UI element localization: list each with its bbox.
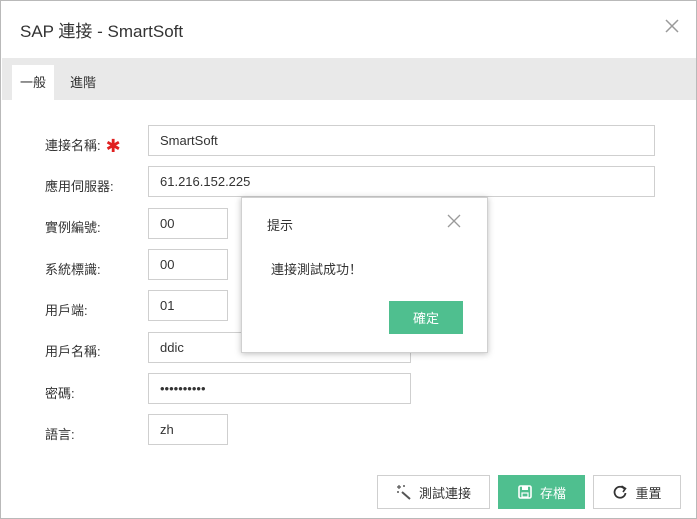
test-connection-label: 測試連接	[418, 485, 471, 501]
message-box-title: 提示	[267, 218, 294, 233]
username-label: 用戶名稱:	[45, 344, 101, 359]
required-asterisk-icon: ✱	[105, 136, 121, 156]
close-icon[interactable]	[663, 17, 681, 35]
client-label: 用戶端:	[45, 303, 88, 318]
connection-name-label-text: 連接名稱:	[45, 138, 101, 153]
dialog-title: SAP 連接 - SmartSoft	[20, 22, 184, 41]
language-label: 語言:	[45, 427, 75, 442]
password-input[interactable]	[148, 373, 411, 404]
reset-button[interactable]: 重置	[593, 475, 681, 509]
language-input[interactable]	[148, 414, 228, 445]
save-button[interactable]: 存檔	[498, 475, 585, 509]
message-box: 提示 連接測試成功！ 確定	[241, 197, 488, 353]
floppy-disk-icon	[517, 484, 533, 500]
app-server-label: 應用伺服器:	[45, 179, 114, 194]
magic-wand-icon	[396, 484, 412, 500]
reset-label: 重置	[635, 485, 662, 501]
tab-bar: 一般 進階	[2, 58, 696, 100]
instance-number-input[interactable]	[148, 208, 228, 239]
client-input[interactable]	[148, 290, 228, 321]
ok-button[interactable]: 確定	[389, 301, 463, 334]
tab-general[interactable]: 一般	[12, 65, 55, 100]
connection-name-input[interactable]	[148, 125, 655, 156]
instance-number-label: 實例編號:	[45, 220, 101, 235]
message-box-text: 連接測試成功！	[271, 262, 363, 277]
connection-name-label: 連接名稱: ✱	[45, 134, 121, 156]
refresh-icon	[612, 484, 628, 500]
app-server-input[interactable]	[148, 166, 655, 197]
sap-connection-dialog: SAP 連接 - SmartSoft 一般 進階 連接名稱: ✱ 應用伺服器: 實…	[0, 0, 697, 519]
password-label: 密碼:	[45, 386, 75, 401]
close-icon[interactable]	[447, 214, 461, 228]
test-connection-button[interactable]: 測試連接	[377, 475, 490, 509]
system-id-label: 系統標識:	[45, 262, 101, 277]
tab-advanced[interactable]: 進階	[62, 65, 104, 100]
system-id-input[interactable]	[148, 249, 228, 280]
save-label: 存檔	[539, 485, 566, 501]
